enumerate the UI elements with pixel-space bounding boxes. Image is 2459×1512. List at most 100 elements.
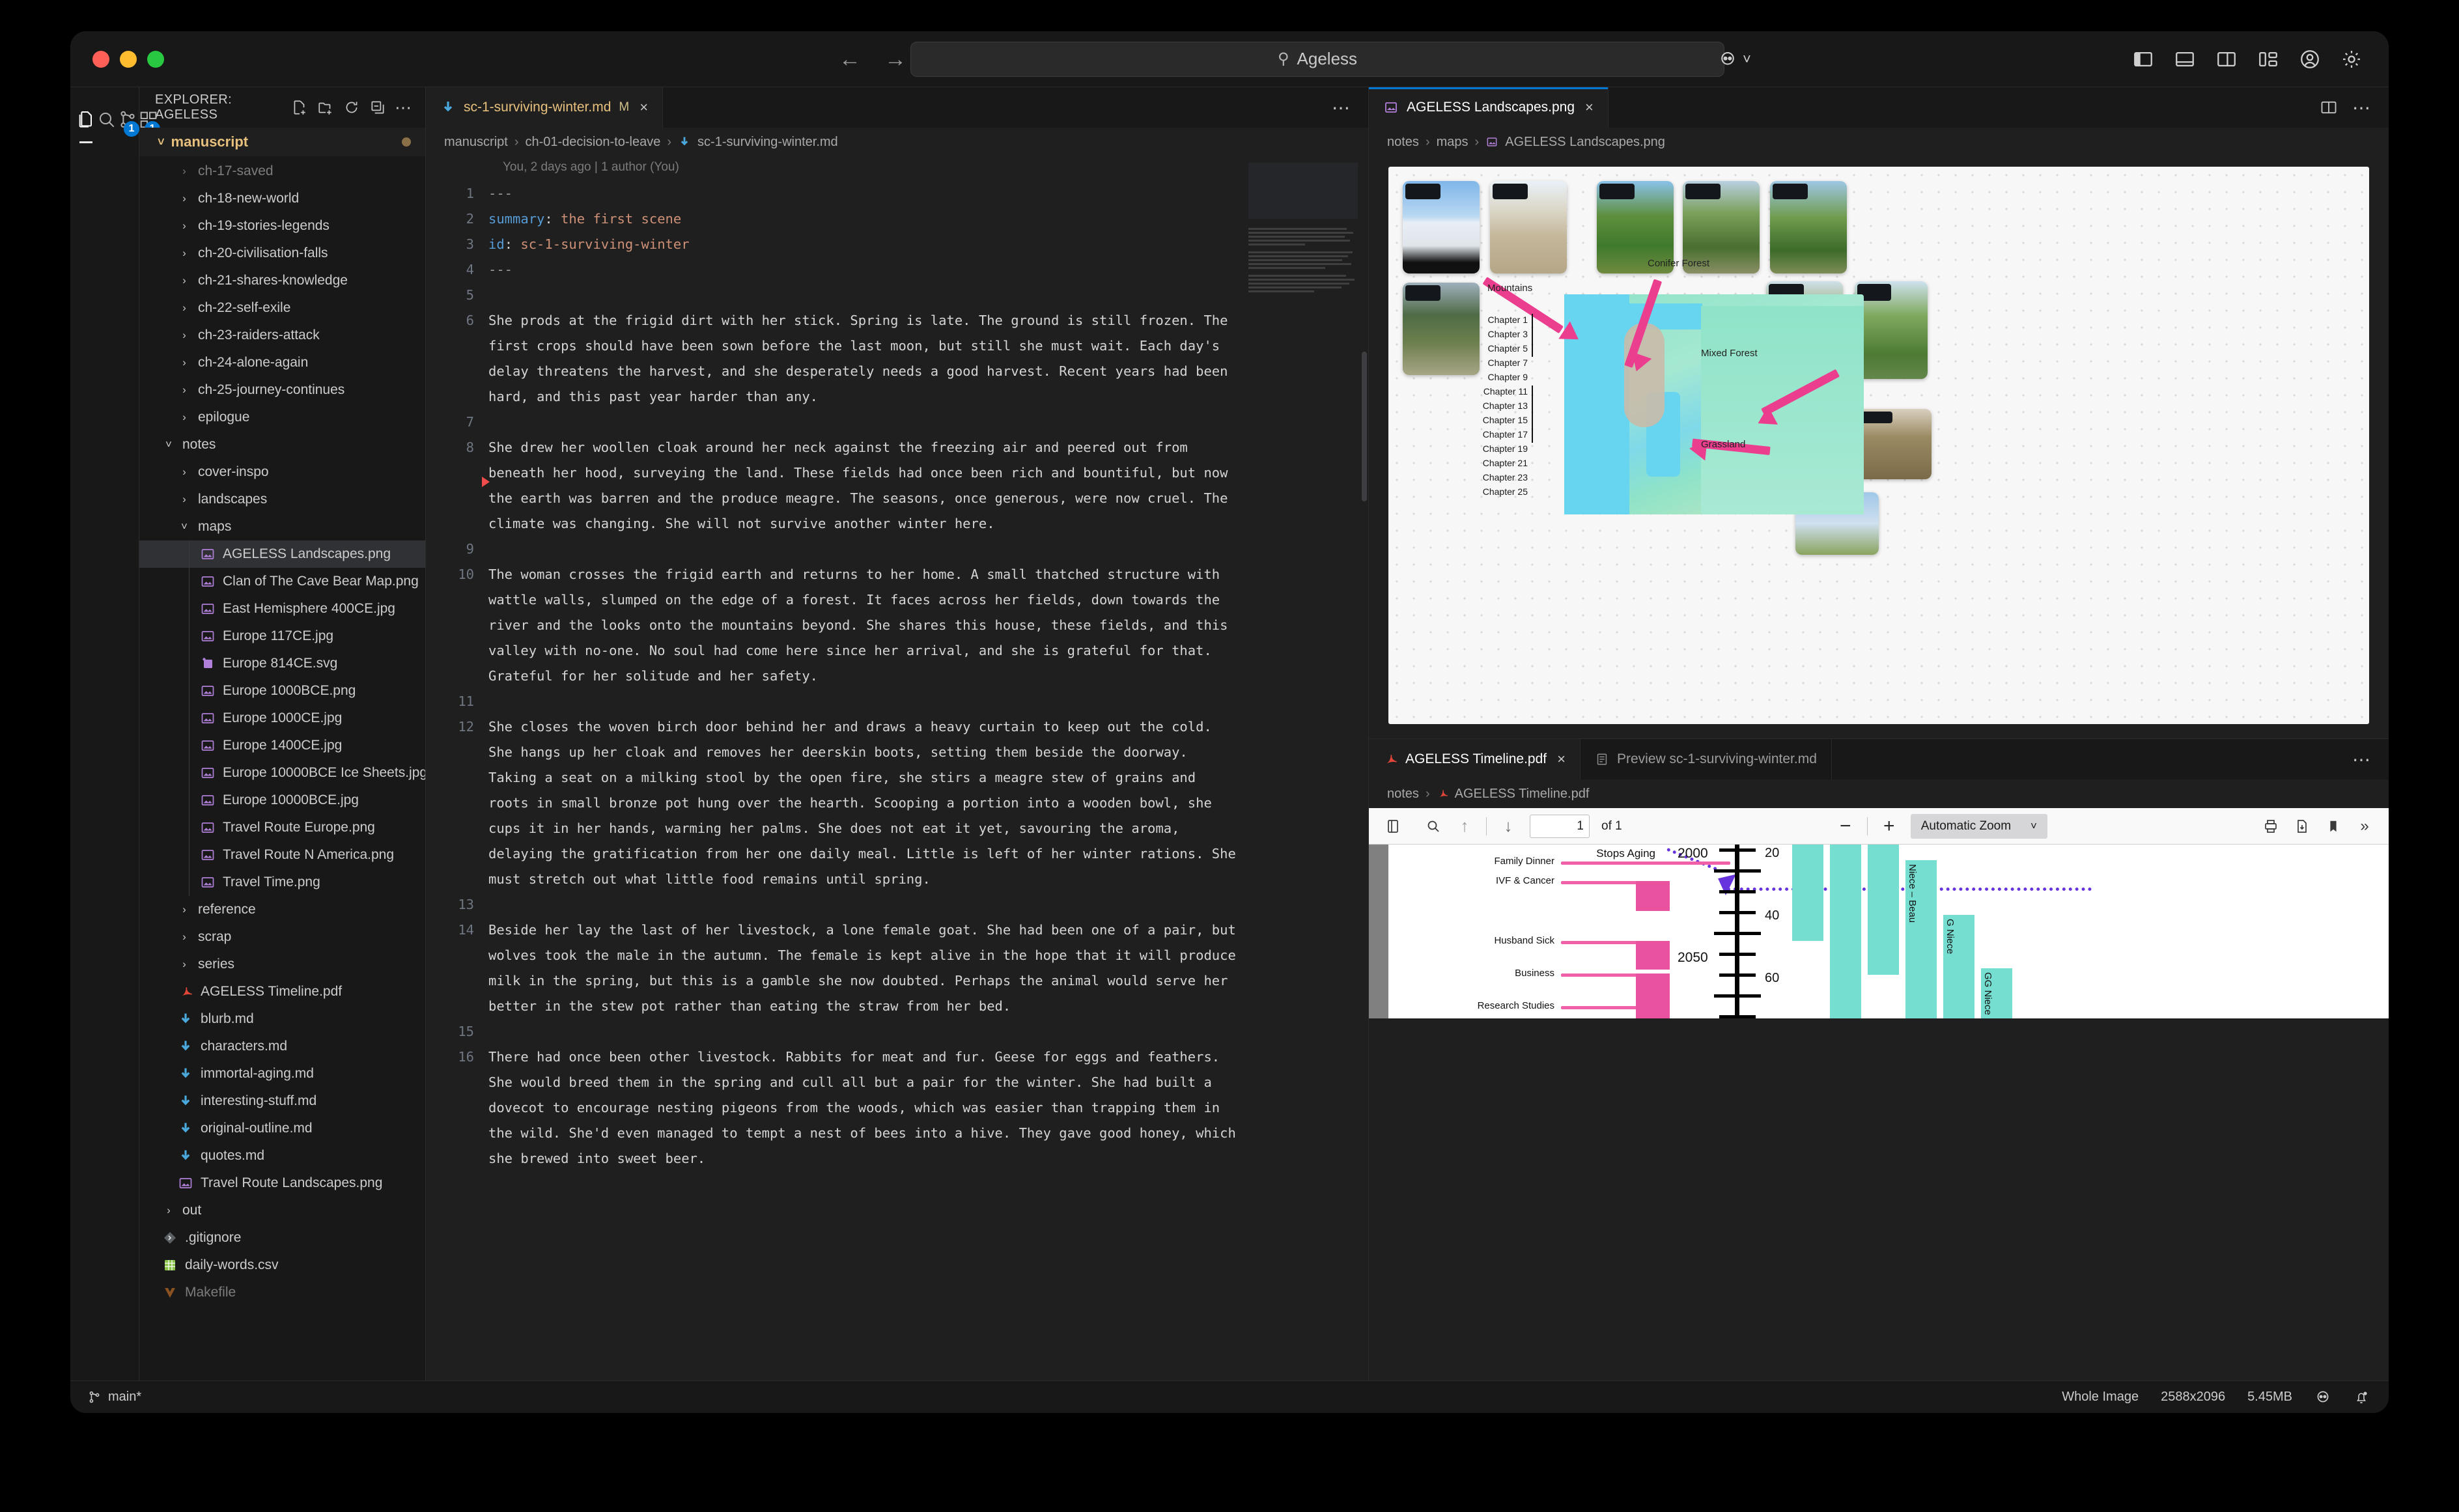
tree-file-item[interactable]: Europe 10000BCE.jpg (139, 787, 425, 814)
code-line[interactable]: 11 (426, 689, 1368, 714)
activity-bar-item-source-control[interactable]: 1 (117, 102, 139, 138)
pdf-bookmark-button[interactable] (2324, 817, 2343, 836)
tab-sc-1-surviving-winter[interactable]: sc-1-surviving-winter.md M × (426, 87, 664, 128)
split-editor-icon[interactable] (2320, 98, 2338, 117)
code-line[interactable]: 5 (426, 283, 1368, 308)
tree-file-item[interactable]: blurb.md (139, 1005, 425, 1033)
tree-file-item[interactable]: quotes.md (139, 1142, 425, 1169)
tree-folder-item[interactable]: › cover-inspo (139, 458, 425, 486)
tree-folder-item[interactable]: › ch-24-alone-again (139, 349, 425, 376)
code-lines[interactable]: 1 --- 2 summary: the first scene 3 id: sc-1-s… (426, 181, 1368, 1171)
toggle-panel-icon[interactable] (2174, 48, 2196, 70)
copilot-icon[interactable] (2314, 1389, 2331, 1406)
status-branch-label[interactable]: main* (108, 1390, 141, 1405)
account-icon[interactable] (2299, 48, 2321, 70)
tree-folder-item[interactable]: › series (139, 951, 425, 978)
code-line[interactable]: 9 (426, 537, 1368, 562)
tree-folder-item[interactable]: › ch-17-saved (139, 158, 425, 185)
new-file-button[interactable] (288, 96, 311, 119)
tree-file-item[interactable]: Travel Route N America.png (139, 841, 425, 869)
code-area[interactable]: You, 2 days ago | 1 author (You) 1 --- 2 su… (426, 156, 1368, 1380)
tree-folder-item[interactable]: › scrap (139, 923, 425, 951)
customize-layout-icon[interactable] (2257, 48, 2279, 70)
breadcrumb-item-2[interactable]: AGELESS Landscapes.png (1505, 135, 1665, 150)
code-paragraph-line[interactable]: 12 She closes the woven birch door behind… (426, 714, 1368, 892)
close-window-button[interactable] (92, 50, 109, 68)
tree-file-item[interactable]: interesting-stuff.md (139, 1087, 425, 1115)
breadcrumb-item-0[interactable]: notes (1387, 787, 1419, 802)
tree-file-item[interactable]: East Hemisphere 400CE.jpg (139, 595, 425, 623)
tree-file-item[interactable]: AGELESS Landscapes.png (139, 540, 425, 568)
toggle-primary-sidebar-icon[interactable] (2132, 48, 2154, 70)
tree-folder-item[interactable]: › epilogue (139, 404, 425, 431)
new-folder-button[interactable] (315, 96, 337, 119)
tree-file-item[interactable]: Makefile (139, 1279, 425, 1306)
tab-preview-markdown[interactable]: Preview sc-1-surviving-winter.md (1580, 739, 1832, 779)
breadcrumb-item-0[interactable]: manuscript (444, 135, 508, 150)
navigation-arrows[interactable]: ← → (839, 48, 906, 70)
breadcrumb-item-1[interactable]: maps (1437, 135, 1468, 150)
pdf-zoom-in-button[interactable]: + (1879, 815, 1899, 837)
tree-file-item[interactable]: characters.md (139, 1033, 425, 1060)
tree-folder-item[interactable]: › out (139, 1197, 425, 1224)
copilot-menu-button[interactable]: ˅ (1718, 49, 1751, 69)
file-tree[interactable]: › ch-17-saved › ch-18-new-world › ch-19-stori… (139, 156, 425, 1380)
more-actions-icon[interactable]: ⋯ (1332, 97, 1351, 119)
tree-file-item[interactable]: Travel Time.png (139, 869, 425, 896)
tree-file-item[interactable]: Europe 1000BCE.png (139, 677, 425, 705)
code-line[interactable]: 13 (426, 892, 1368, 917)
more-actions-icon[interactable]: ⋯ (2352, 97, 2372, 119)
pdf-more-tools-button[interactable]: » (2355, 817, 2374, 836)
pdf-next-page-button[interactable]: ↓ (1498, 816, 1518, 836)
pdf-prev-page-button[interactable]: ↑ (1455, 816, 1474, 836)
code-yaml-line[interactable]: 2 summary: the first scene (426, 206, 1368, 232)
activity-bar-item-explorer[interactable] (76, 102, 96, 143)
code-yaml-line[interactable]: 3 id: sc-1-surviving-winter (426, 232, 1368, 257)
command-search-input[interactable]: ⚲ Ageless (910, 41, 1724, 77)
tree-folder-item[interactable]: ˅ notes (139, 431, 425, 458)
breadcrumb-item-1[interactable]: AGELESS Timeline.pdf (1455, 787, 1590, 802)
tree-folder-item[interactable]: › ch-21-shares-knowledge (139, 267, 425, 294)
collapse-all-button[interactable] (367, 96, 389, 119)
pdf-print-button[interactable] (2261, 817, 2281, 836)
code-paragraph-line[interactable]: 6 She prods at the frigid dirt with her s… (426, 308, 1368, 410)
tree-file-item[interactable]: Clan of The Cave Bear Map.png (139, 568, 425, 595)
forward-arrow-icon[interactable]: → (884, 48, 906, 70)
tree-file-item[interactable]: Europe 10000BCE Ice Sheets.jpg (139, 759, 425, 787)
tree-folder-item[interactable]: › ch-25-journey-continues (139, 376, 425, 404)
back-arrow-icon[interactable]: ← (839, 48, 861, 70)
more-actions-icon[interactable]: ⋯ (2352, 749, 2372, 770)
pdf-zoom-select[interactable]: Automatic Zoom ˅ (1910, 813, 2047, 839)
tree-file-item[interactable]: Travel Route Europe.png (139, 814, 425, 841)
close-icon[interactable]: × (1557, 751, 1566, 768)
code-paragraph-line[interactable]: 16 There had once been other livestock. R… (426, 1044, 1368, 1171)
toggle-secondary-sidebar-icon[interactable] (2215, 48, 2238, 70)
tab-ageless-timeline-pdf[interactable]: AGELESS Timeline.pdf × (1369, 739, 1581, 779)
editor-minimap[interactable] (1248, 163, 1358, 1380)
tree-file-item[interactable]: AGELESS Timeline.pdf (139, 978, 425, 1005)
tree-file-item[interactable]: .gitignore (139, 1224, 425, 1252)
explorer-root-folder[interactable]: ˅ manuscript (139, 128, 425, 156)
pdf-breadcrumb[interactable]: notes › AGELESS Timeline.pdf (1369, 779, 2389, 808)
refresh-button[interactable] (341, 96, 363, 119)
code-line[interactable]: 7 (426, 410, 1368, 435)
pdf-download-button[interactable] (2292, 817, 2312, 836)
activity-bar-item-search[interactable] (96, 102, 117, 138)
toggle-sidebar-button[interactable] (1383, 817, 1403, 836)
minimize-window-button[interactable] (120, 50, 137, 68)
pdf-page-viewport[interactable]: Stops Aging Family Dinner IVF & Cancer Hus… (1369, 845, 2389, 1018)
code-paragraph-line[interactable]: 14 Beside her lay the last of her livesto… (426, 917, 1368, 1019)
pdf-page-input[interactable]: 1 (1530, 814, 1590, 838)
tree-file-item[interactable]: immortal-aging.md (139, 1060, 425, 1087)
tree-file-item[interactable]: Europe 814CE.svg (139, 650, 425, 677)
tree-file-item[interactable]: daily-words.csv (139, 1252, 425, 1279)
tree-folder-item[interactable]: › ch-20-civilisation-falls (139, 240, 425, 267)
tree-folder-item[interactable]: › ch-23-raiders-attack (139, 322, 425, 349)
tab-ageless-landscapes[interactable]: AGELESS Landscapes.png × (1369, 87, 1609, 128)
tree-file-item[interactable]: Europe 1400CE.jpg (139, 732, 425, 759)
tree-folder-item[interactable]: › reference (139, 896, 425, 923)
close-icon[interactable]: × (639, 99, 648, 116)
tree-file-item[interactable]: Europe 1000CE.jpg (139, 705, 425, 732)
code-paragraph-line[interactable]: 10 The woman crosses the frigid earth and… (426, 562, 1368, 689)
code-line[interactable]: 1 --- (426, 181, 1368, 206)
